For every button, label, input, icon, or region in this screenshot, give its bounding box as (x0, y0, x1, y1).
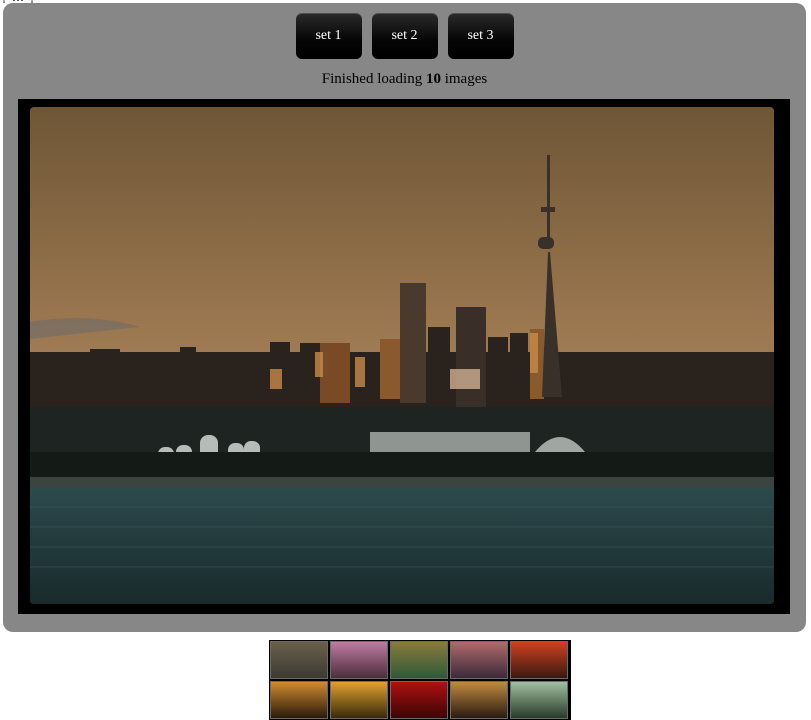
set-2-button[interactable]: set 2 (371, 13, 438, 59)
gallery-panel: set 1 set 2 set 3 Finished loading 10 im… (3, 3, 806, 720)
skyline-image (30, 107, 774, 604)
thumbnail-tree-silhouette[interactable] (330, 681, 388, 719)
set-3-button[interactable]: set 3 (447, 13, 514, 59)
thumbnail-night-city[interactable] (450, 681, 508, 719)
thumbnail-red-sky-clouds[interactable] (510, 641, 568, 679)
thumbnail-harbor-ship[interactable] (270, 641, 328, 679)
thumbnail-red-trees[interactable] (390, 681, 448, 719)
loading-status: Finished loading 10 images (3, 71, 806, 88)
thumbnail-pink-sunset-valley[interactable] (330, 641, 388, 679)
thumbnail-lake-sunset[interactable] (450, 641, 508, 679)
thumbnail-windmill-dusk[interactable] (270, 681, 328, 719)
status-count: 10 (425, 71, 441, 87)
status-suffix: images (444, 71, 488, 87)
thumbnail-strip (269, 640, 571, 720)
thumbnail-palm-tree-beach[interactable] (390, 641, 448, 679)
set-toolbar: set 1 set 2 set 3 (3, 13, 806, 59)
status-prefix: Finished loading (321, 71, 423, 87)
main-photo[interactable] (30, 107, 774, 604)
image-viewer (18, 99, 790, 720)
set-1-button[interactable]: set 1 (295, 13, 362, 59)
thumbnail-green-mountain-lake[interactable] (510, 681, 568, 719)
